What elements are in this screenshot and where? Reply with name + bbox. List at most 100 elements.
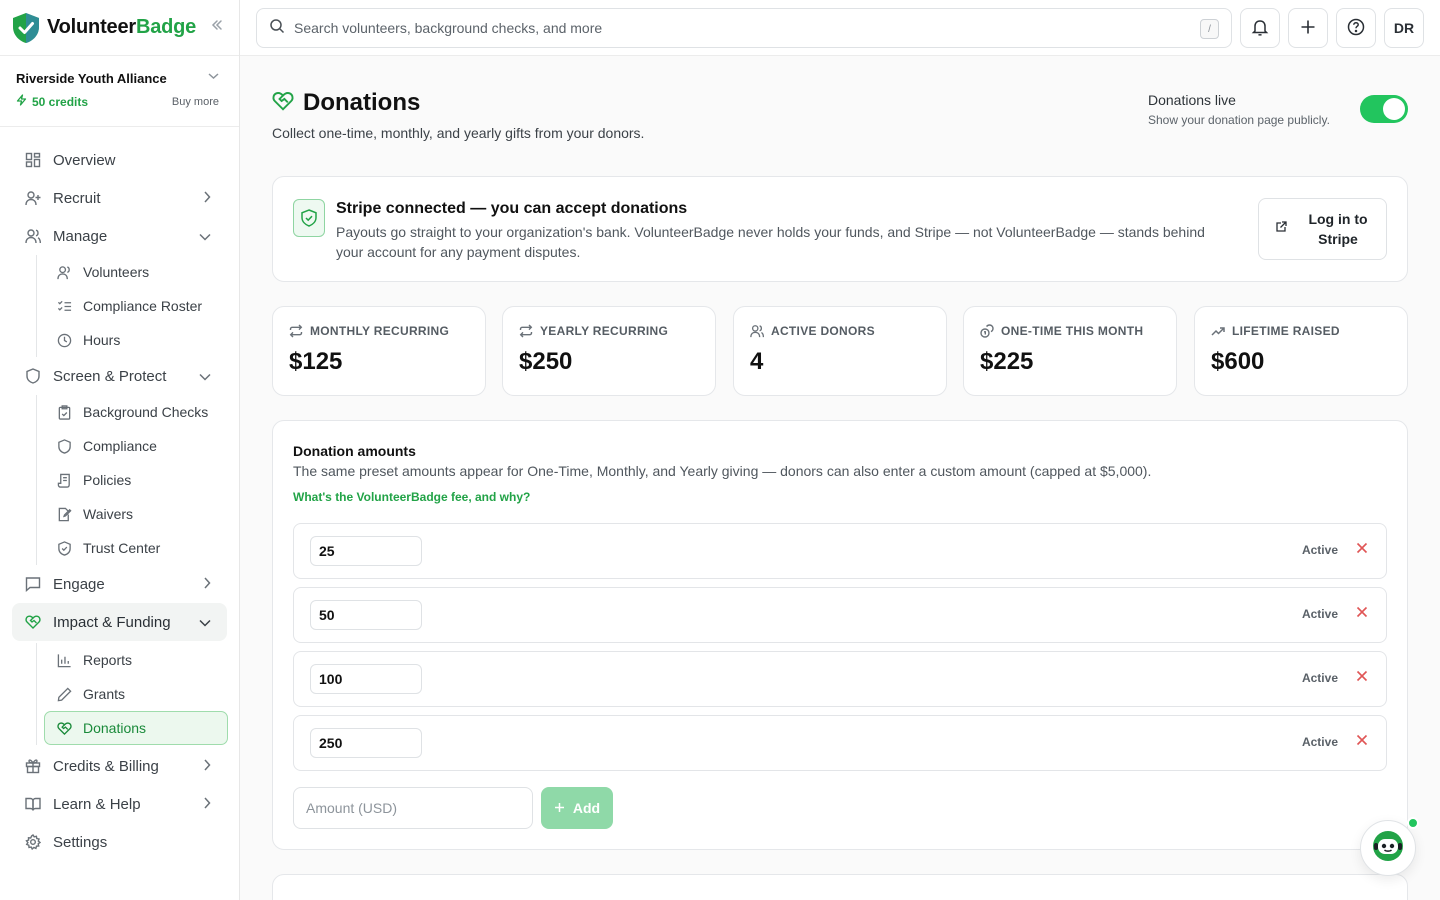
sidebar-item-label: Hours xyxy=(83,332,121,348)
sidebar: VolunteerBadge Riverside Youth Alliance … xyxy=(0,0,240,900)
stat-label: ONE-TIME THIS MONTH xyxy=(980,324,1143,338)
new-amount-input[interactable]: Amount (USD) xyxy=(293,787,533,829)
sidebar-item-donations[interactable]: Donations xyxy=(44,711,228,745)
sidebar-item-settings[interactable]: Settings xyxy=(0,823,227,861)
support-chat-button[interactable] xyxy=(1360,817,1419,876)
remove-amount-icon[interactable] xyxy=(1356,542,1368,554)
user-avatar-button[interactable]: DR xyxy=(1384,8,1424,48)
next-section-card xyxy=(272,874,1408,900)
sidebar-item-manage[interactable]: Manage xyxy=(0,217,227,255)
stat-label-text: YEARLY RECURRING xyxy=(540,324,669,338)
online-status-dot xyxy=(1407,817,1419,829)
notifications-button[interactable] xyxy=(1240,8,1280,48)
amount-status: Active xyxy=(1301,735,1338,749)
heart-handshake-icon xyxy=(24,613,42,631)
search-shortcut: / xyxy=(1200,19,1219,39)
help-button[interactable] xyxy=(1336,8,1376,48)
stripe-login-button[interactable]: Log in to Stripe xyxy=(1258,198,1387,260)
sidebar-item-waivers[interactable]: Waivers xyxy=(37,497,239,531)
page-title: Donations xyxy=(272,89,420,117)
coins-icon xyxy=(980,324,994,338)
heart-handshake-icon xyxy=(56,720,72,736)
sidebar-item-impact-funding[interactable]: Impact & Funding xyxy=(12,603,227,641)
sidebar-item-trust-center[interactable]: Trust Center xyxy=(37,531,239,565)
stat-card-monthly-recurring: MONTHLY RECURRING $125 xyxy=(272,306,486,396)
sidebar-item-recruit[interactable]: Recruit xyxy=(0,179,227,217)
sidebar-item-compliance[interactable]: Compliance xyxy=(37,429,239,463)
chevron-right-icon xyxy=(203,758,211,775)
sidebar-item-label: Policies xyxy=(83,472,132,488)
plus-icon xyxy=(1300,19,1316,38)
amount-input[interactable]: 50 xyxy=(310,600,422,630)
collapse-sidebar-icon[interactable] xyxy=(207,18,227,37)
amount-row: 50 Active xyxy=(293,587,1387,643)
stat-label: ACTIVE DONORS xyxy=(750,324,875,338)
grid-icon xyxy=(24,151,42,169)
help-circle-icon xyxy=(1347,18,1365,39)
search-input[interactable]: Search volunteers, background checks, an… xyxy=(256,8,1232,48)
amount-input[interactable]: 250 xyxy=(310,728,422,758)
stat-label-text: ACTIVE DONORS xyxy=(771,324,875,338)
sidebar-item-reports[interactable]: Reports xyxy=(37,643,239,677)
sidebar-item-label: Waivers xyxy=(83,506,134,522)
search-icon xyxy=(269,18,285,39)
credits-label: 50 credits xyxy=(32,94,89,109)
sidebar-item-grants[interactable]: Grants xyxy=(37,677,239,711)
repeat-icon xyxy=(519,324,533,338)
amount-status: Active xyxy=(1301,607,1338,621)
sidebar-item-learn-help[interactable]: Learn & Help xyxy=(0,785,227,823)
impact-submenu: Reports Grants Donations xyxy=(36,643,239,745)
file-signature-icon xyxy=(56,506,72,522)
chevron-down-icon[interactable] xyxy=(208,71,219,83)
sidebar-item-background-checks[interactable]: Background Checks xyxy=(37,395,239,429)
brand-name-part1: Volunteer xyxy=(47,16,136,38)
org-name: Riverside Youth Alliance xyxy=(16,71,167,86)
buy-more-link[interactable]: Buy more xyxy=(172,96,219,108)
amount-status: Active xyxy=(1301,543,1338,557)
topbar: Search volunteers, background checks, an… xyxy=(240,0,1440,56)
donation-amounts-description: The same preset amounts appear for One-T… xyxy=(293,463,1152,479)
stripe-status-title: Stripe connected — you can accept donati… xyxy=(336,200,688,217)
shield-check-icon xyxy=(56,540,72,556)
sidebar-item-credits-billing[interactable]: Credits & Billing xyxy=(0,747,227,785)
shield-check-logo-icon xyxy=(12,12,40,44)
remove-amount-icon[interactable] xyxy=(1356,606,1368,618)
stripe-login-label: Log in to Stripe xyxy=(1308,211,1368,247)
sidebar-item-label: Recruit xyxy=(53,189,101,207)
stat-value: $600 xyxy=(1211,348,1265,375)
sidebar-item-engage[interactable]: Engage xyxy=(0,565,227,603)
sidebar-item-label: Donations xyxy=(83,720,147,736)
amount-input[interactable]: 25 xyxy=(310,536,422,566)
sidebar-item-label: Impact & Funding xyxy=(53,613,171,631)
chevron-down-icon xyxy=(199,368,211,385)
stat-label: MONTHLY RECURRING xyxy=(289,324,449,338)
heart-handshake-icon xyxy=(272,90,294,117)
stat-label-text: LIFETIME RAISED xyxy=(1232,324,1340,338)
sidebar-item-compliance-roster[interactable]: Compliance Roster xyxy=(37,289,239,323)
sidebar-item-overview[interactable]: Overview xyxy=(0,141,227,179)
sidebar-item-label: Learn & Help xyxy=(53,795,141,813)
sidebar-item-label: Settings xyxy=(53,833,108,851)
create-button[interactable] xyxy=(1288,8,1328,48)
sidebar-item-hours[interactable]: Hours xyxy=(37,323,239,357)
remove-amount-icon[interactable] xyxy=(1356,670,1368,682)
external-link-icon xyxy=(1275,220,1287,238)
sidebar-item-label: Overview xyxy=(53,151,116,169)
toggle-knob xyxy=(1383,98,1405,120)
fee-info-link[interactable]: What's the VolunteerBadge fee, and why? xyxy=(293,490,530,504)
stat-value: $225 xyxy=(980,348,1034,375)
screen-submenu: Background Checks Compliance Policies Wa… xyxy=(36,395,239,565)
add-amount-button[interactable]: Add xyxy=(541,787,613,829)
donations-live-toggle[interactable] xyxy=(1360,95,1408,123)
donation-amounts-card: Donation amounts The same preset amounts… xyxy=(272,420,1408,850)
brand-name[interactable]: VolunteerBadge xyxy=(47,16,196,39)
stat-card-yearly-recurring: YEARLY RECURRING $250 xyxy=(502,306,716,396)
clipboard-check-icon xyxy=(56,404,72,420)
sidebar-item-policies[interactable]: Policies xyxy=(37,463,239,497)
remove-amount-icon[interactable] xyxy=(1356,734,1368,746)
amount-input[interactable]: 100 xyxy=(310,664,422,694)
sidebar-item-screen-protect[interactable]: Screen & Protect xyxy=(0,357,227,395)
stat-label: LIFETIME RAISED xyxy=(1211,324,1340,338)
org-switcher[interactable]: Riverside Youth Alliance 50 credits Buy … xyxy=(0,56,239,127)
sidebar-item-volunteers[interactable]: Volunteers xyxy=(37,255,239,289)
